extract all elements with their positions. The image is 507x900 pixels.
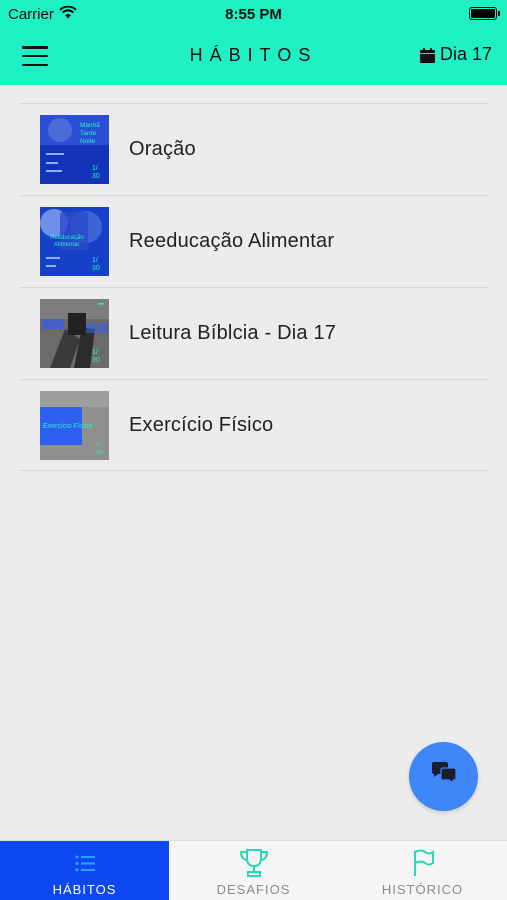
trophy-icon: [238, 847, 270, 879]
list-icon: [75, 847, 95, 879]
svg-text:30: 30: [92, 265, 100, 272]
prayer-thumbnail: Manhã Tarde Noite 1/ 30: [40, 115, 109, 184]
tab-label: HISTÓRICO: [381, 882, 464, 897]
habit-item-exercicio[interactable]: Exercício Físico 1/ 30 Exercício Físico: [20, 379, 488, 471]
habit-item-leitura[interactable]: 1/ 30 Leitura Bíblcia - Dia 17: [20, 287, 488, 379]
tab-label: HÁBITOS: [52, 882, 117, 897]
battery-icon: [469, 7, 500, 20]
svg-text:Manhã: Manhã: [80, 122, 100, 129]
tab-bar: HÁBITOS DESAFIOS HISTÓRICO: [0, 840, 507, 900]
habit-list: Manhã Tarde Noite 1/ 30 Oração Reeducaçã…: [20, 103, 488, 471]
chat-button[interactable]: [409, 742, 478, 811]
svg-text:Exercício Físico: Exercício Físico: [43, 423, 93, 430]
svg-text:1/: 1/: [92, 257, 98, 264]
habit-item-oracao[interactable]: Manhã Tarde Noite 1/ 30 Oração: [20, 103, 488, 195]
svg-text:30: 30: [96, 450, 103, 456]
svg-text:1/: 1/: [92, 349, 98, 356]
nav-bar: HÁBITOS Dia 17: [0, 28, 507, 85]
svg-text:1/: 1/: [96, 442, 101, 448]
tab-historico[interactable]: HISTÓRICO: [338, 841, 507, 900]
calendar-icon: [419, 47, 435, 63]
day-label: Dia 17: [439, 44, 492, 64]
tab-label: DESAFIOS: [216, 882, 291, 897]
habit-label: Leitura Bíblcia - Dia 17: [129, 322, 337, 344]
svg-text:Reeducação: Reeducação: [50, 235, 84, 241]
svg-text:1/: 1/: [92, 165, 98, 172]
svg-text:Tarde: Tarde: [80, 130, 97, 137]
current-day[interactable]: Dia 17: [419, 44, 492, 65]
habit-label: Exercício Físico: [129, 413, 274, 436]
bible-reading-thumbnail: 1/ 30: [40, 299, 109, 368]
status-time: 8:55 PM: [225, 6, 282, 23]
flag-icon: [411, 847, 435, 879]
svg-text:Noite: Noite: [80, 138, 96, 145]
nutrition-thumbnail: Reeducação Alimentar 1/ 30: [40, 207, 109, 276]
app-header: Carrier 8:55 PM HÁBITOS Dia 17: [0, 0, 507, 85]
svg-text:Alimentar: Alimentar: [54, 242, 79, 248]
tab-desafios[interactable]: DESAFIOS: [169, 841, 338, 900]
svg-text:30: 30: [92, 357, 100, 364]
chat-bubbles-icon: [431, 762, 457, 791]
status-bar: Carrier 8:55 PM: [0, 0, 507, 28]
svg-text:30: 30: [92, 173, 100, 180]
exercise-thumbnail: Exercício Físico 1/ 30: [40, 390, 109, 460]
habit-label: Reeducação Alimentar: [129, 230, 335, 252]
habit-item-reeducacao[interactable]: Reeducação Alimentar 1/ 30 Reeducação Al…: [20, 195, 488, 287]
tab-habitos[interactable]: HÁBITOS: [0, 841, 169, 900]
habit-label: Oração: [129, 138, 196, 160]
